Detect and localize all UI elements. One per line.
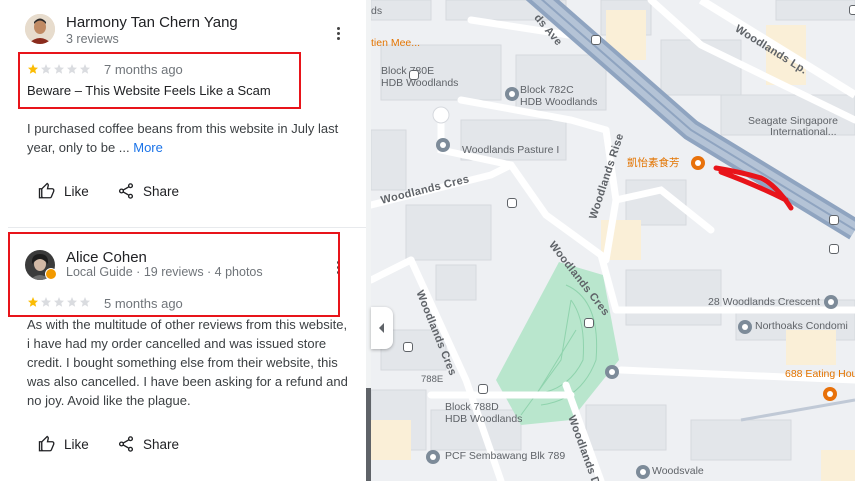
bus-stop-icon[interactable] xyxy=(829,244,839,254)
review-card: Alice Cohen Local Guide · 19 reviews · 4… xyxy=(0,228,368,481)
place-pin-icon[interactable] xyxy=(605,365,619,379)
place-pin-icon[interactable] xyxy=(505,87,519,101)
more-options-icon[interactable] xyxy=(335,27,341,40)
reviewer-meta[interactable]: 3 reviews xyxy=(66,32,119,46)
highlight-box xyxy=(18,52,301,109)
map-label: Woodsvale xyxy=(652,465,704,477)
map-label: PCF Sembawang Blk 789 xyxy=(445,450,566,462)
map-label: Block 782C xyxy=(520,84,574,96)
bus-stop-icon[interactable] xyxy=(507,198,517,208)
map-label: International... xyxy=(770,126,837,138)
map-label: Block 780E xyxy=(381,65,435,77)
bus-stop-icon[interactable] xyxy=(829,215,839,225)
share-icon xyxy=(118,436,134,452)
highlight-box xyxy=(8,232,340,317)
place-pin-icon[interactable] xyxy=(426,450,440,464)
share-button[interactable]: Share xyxy=(117,435,179,453)
share-icon xyxy=(118,183,134,199)
restaurant-pin-icon[interactable] xyxy=(823,387,837,401)
map-label: Block 788D xyxy=(445,401,499,413)
bus-stop-icon[interactable] xyxy=(591,35,601,45)
bus-stop-icon[interactable] xyxy=(849,5,855,15)
review-text-content: I purchased coffee beans from this websi… xyxy=(27,121,339,155)
bus-stop-icon[interactable] xyxy=(409,70,419,80)
share-button[interactable]: Share xyxy=(117,182,179,200)
map-label: 凱怡素食芳 xyxy=(627,157,680,169)
bus-stop-icon[interactable] xyxy=(584,318,594,328)
like-button[interactable]: Like xyxy=(38,182,89,200)
share-label: Share xyxy=(143,183,180,199)
map-label: HDB Woodlands xyxy=(445,413,523,425)
review-card: Harmony Tan Chern Yang 3 reviews 7 month… xyxy=(0,0,368,225)
map-label: ds xyxy=(371,5,383,17)
reviews-panel: Harmony Tan Chern Yang 3 reviews 7 month… xyxy=(0,0,368,481)
more-link[interactable]: More xyxy=(133,140,163,155)
map-label: Woodlands Pasture I xyxy=(462,144,560,156)
thumbs-up-icon xyxy=(38,435,55,452)
review-text: I purchased coffee beans from this websi… xyxy=(27,119,352,157)
bus-stop-icon[interactable] xyxy=(403,342,413,352)
map-label: Northoaks Condomi xyxy=(755,320,848,332)
like-button[interactable]: Like xyxy=(38,435,89,453)
thumbs-up-icon xyxy=(38,182,55,199)
place-pin-icon[interactable] xyxy=(636,465,650,479)
map-view[interactable]: ds Ave Woodlands Lp. Woodlands Rise Wood… xyxy=(371,0,855,481)
map-canvas xyxy=(371,0,855,481)
avatar-photo xyxy=(25,14,55,44)
bus-stop-icon[interactable] xyxy=(478,384,488,394)
map-label: HDB Woodlands xyxy=(381,77,459,89)
place-pin-icon[interactable] xyxy=(824,295,838,309)
share-label: Share xyxy=(143,436,180,452)
reviewer-name[interactable]: Harmony Tan Chern Yang xyxy=(66,14,238,31)
map-label: 688 Eating Hou xyxy=(785,368,855,380)
map-label: 788E xyxy=(421,374,444,385)
restaurant-pin-icon[interactable] xyxy=(691,156,705,170)
place-pin-icon[interactable] xyxy=(738,320,752,334)
map-label: 28 Woodlands Crescent xyxy=(708,296,820,308)
map-label: tien Mee... xyxy=(371,37,421,49)
collapse-panel-button[interactable] xyxy=(371,307,393,349)
like-label: Like xyxy=(64,436,89,452)
chevron-left-icon xyxy=(379,323,384,333)
place-pin-icon[interactable] xyxy=(436,138,450,152)
review-text: As with the multitude of other reviews f… xyxy=(27,317,348,408)
map-label: HDB Woodlands xyxy=(520,96,598,108)
avatar[interactable] xyxy=(25,14,55,44)
like-label: Like xyxy=(64,183,89,199)
